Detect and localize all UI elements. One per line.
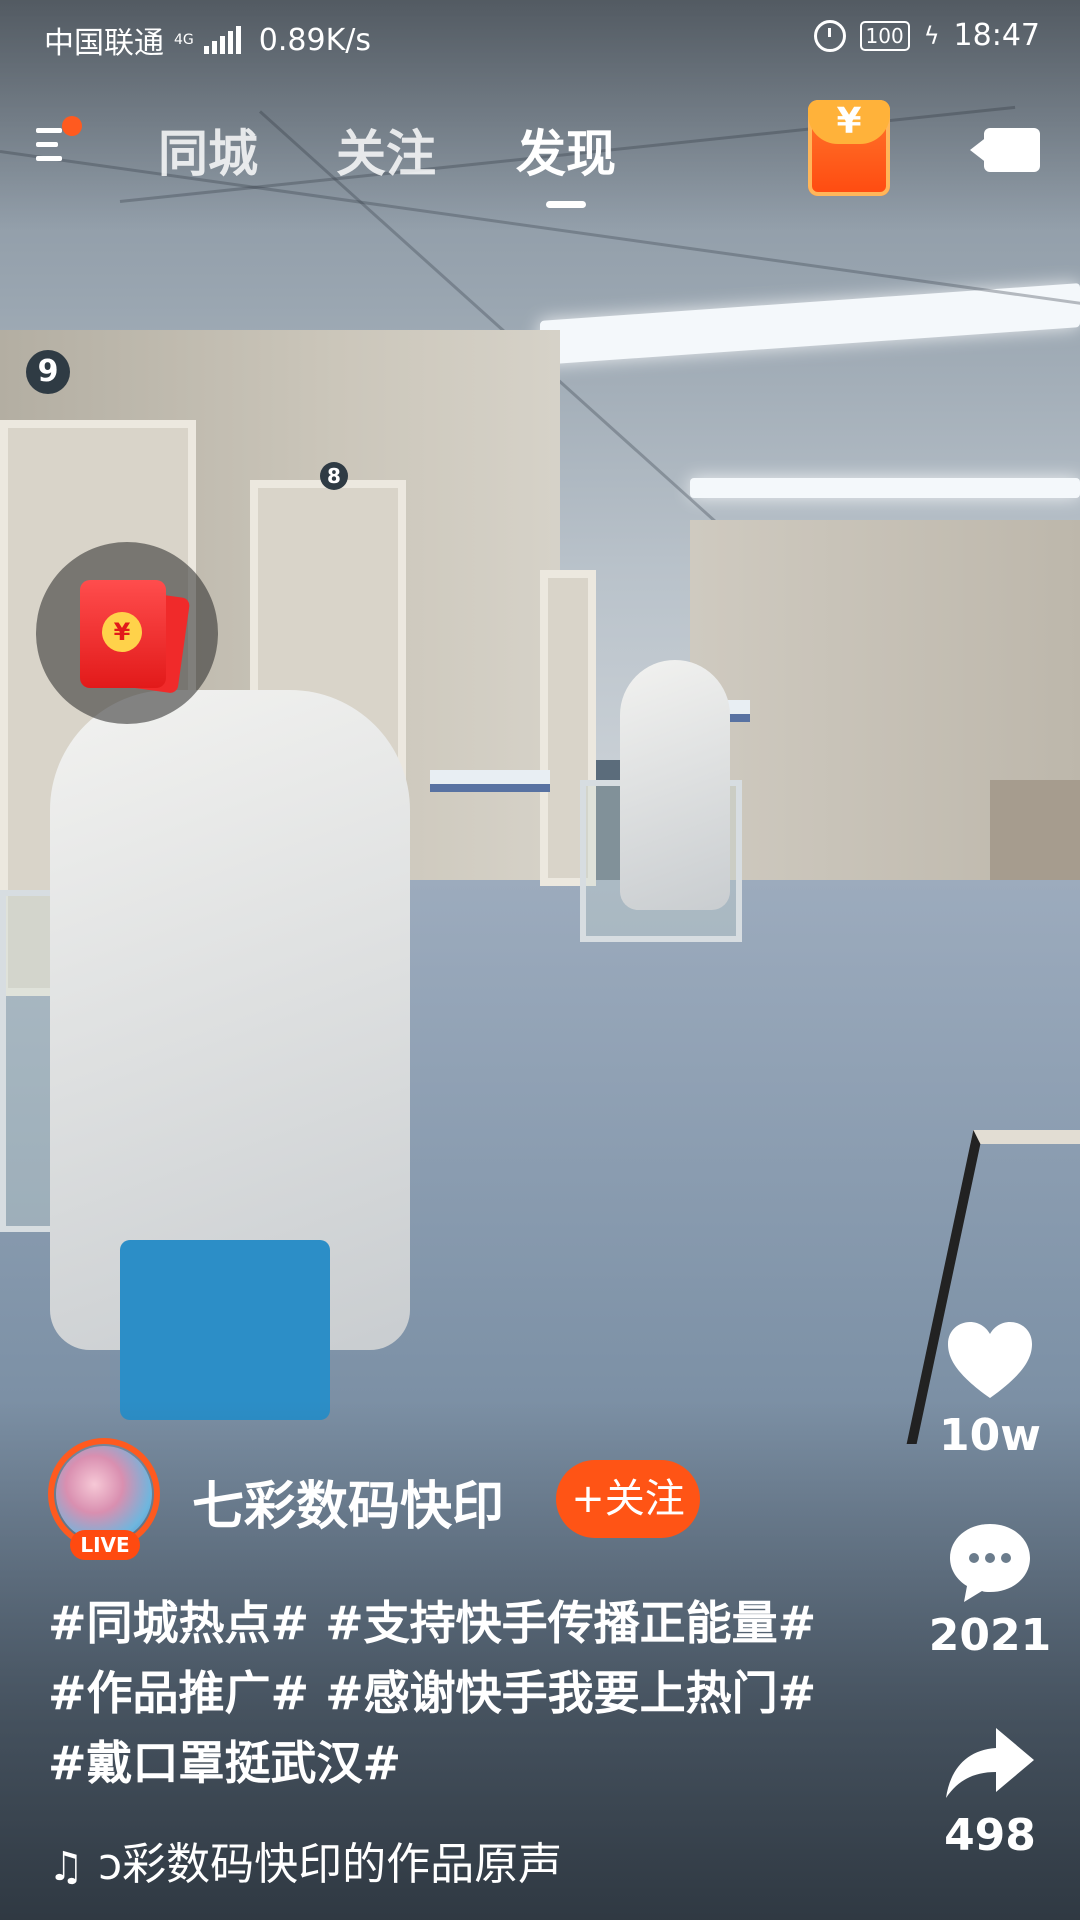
- comment-button[interactable]: 2021: [920, 1522, 1060, 1661]
- top-nav: 同城 关注 发现 ¥: [0, 90, 1080, 210]
- floating-redpack-button[interactable]: ¥: [36, 542, 218, 724]
- battery-level: 100: [865, 23, 904, 48]
- avatar: [56, 1446, 152, 1542]
- scene-stool: [120, 1240, 330, 1420]
- music-note-icon: ♫: [48, 1844, 84, 1890]
- clock: 18:47: [953, 18, 1040, 53]
- tab-nearby[interactable]: 同城: [158, 114, 258, 186]
- room-number-9: 9: [26, 350, 70, 394]
- music-title: ɔ彩数码快印的作品原声: [98, 1839, 563, 1890]
- status-bar: 中国联通 4G 0.89K/s 100 ϟ 18:47: [0, 0, 1080, 72]
- carrier-label: 中国联通: [44, 26, 164, 61]
- tab-discover-label: 发现: [516, 125, 616, 183]
- follow-button[interactable]: +关注: [556, 1460, 700, 1538]
- heart-icon: [948, 1322, 1032, 1398]
- video-feed-screen: 9 8 中国联通 4G 0.89K/s 100 ϟ 18:47 同城 关注 发现…: [0, 0, 1080, 1920]
- network-type: 4G: [174, 32, 194, 48]
- music-row[interactable]: ♫ ɔ彩数码快印的作品原声: [48, 1828, 638, 1892]
- author-name[interactable]: 七彩数码快印: [192, 1464, 504, 1539]
- coin-symbol: ¥: [102, 612, 142, 652]
- comment-icon: [950, 1524, 1030, 1602]
- video-caption[interactable]: #同城热点# #支持快手传播正能量# #作品推广# #感谢快手我要上热门# #戴…: [48, 1588, 848, 1798]
- battery-icon: 100: [859, 20, 910, 51]
- like-button[interactable]: 10w: [920, 1320, 1060, 1461]
- scene-person-far: [620, 660, 730, 910]
- like-count: 10w: [939, 1410, 1041, 1461]
- notification-dot: [62, 116, 82, 136]
- network-speed: 0.89K/s: [258, 22, 371, 58]
- scene-handrail: [430, 770, 550, 792]
- active-tab-indicator: [546, 201, 586, 208]
- charging-icon: ϟ: [923, 21, 940, 50]
- share-count: 498: [944, 1810, 1036, 1861]
- alarm-icon: [813, 19, 846, 52]
- menu-button[interactable]: [36, 116, 86, 172]
- redpack-icon[interactable]: ¥: [808, 100, 890, 196]
- author-row: LIVE 七彩数码快印 +关注: [42, 1438, 802, 1568]
- live-badge: LIVE: [70, 1530, 140, 1560]
- comment-count: 2021: [928, 1610, 1052, 1661]
- share-button[interactable]: 498: [920, 1726, 1060, 1861]
- redpack-symbol: ¥: [808, 100, 890, 144]
- signal-icon: [203, 26, 241, 54]
- scene-light: [690, 478, 1080, 498]
- room-number-8: 8: [320, 462, 348, 490]
- camera-icon[interactable]: [970, 128, 1040, 172]
- scene-far-wall: [990, 780, 1080, 890]
- tab-following[interactable]: 关注: [336, 114, 436, 186]
- tab-discover[interactable]: 发现: [516, 114, 616, 208]
- share-icon: [946, 1728, 1034, 1798]
